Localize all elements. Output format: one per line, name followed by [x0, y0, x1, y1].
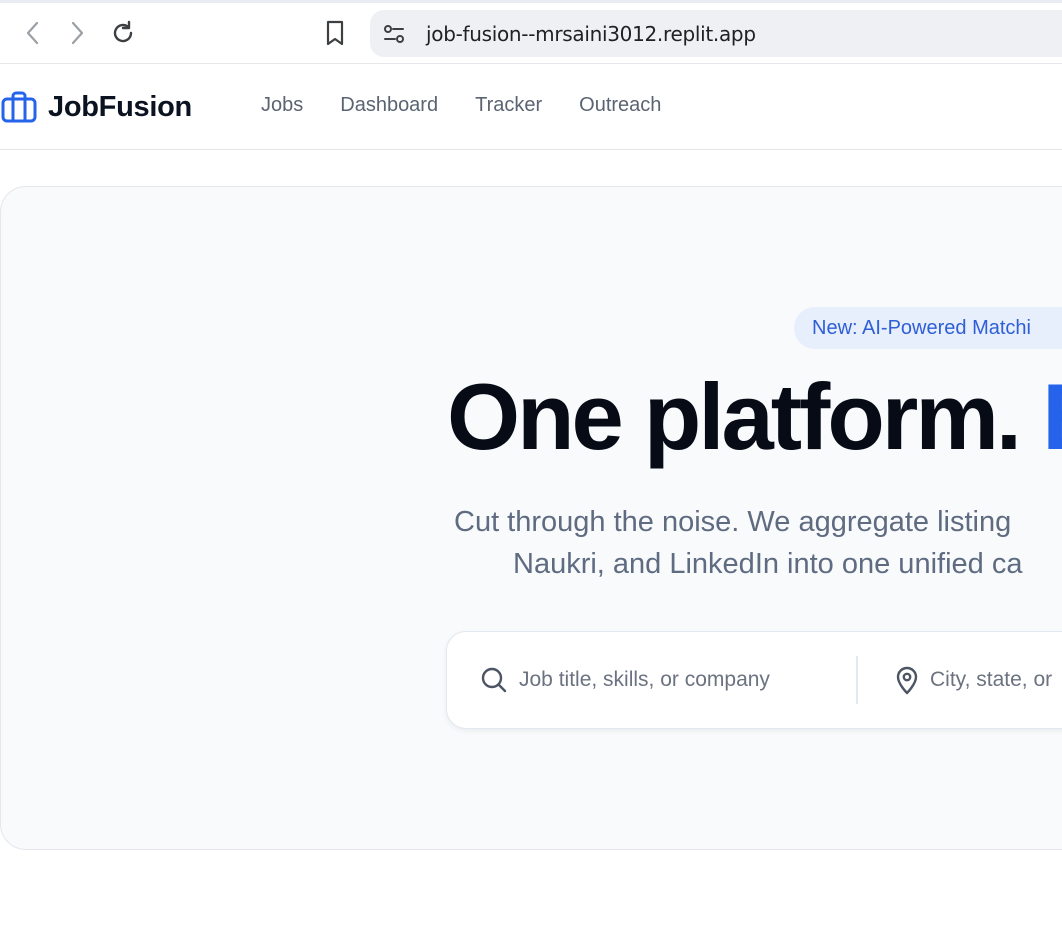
browser-toolbar: job-fusion--mrsaini3012.replit.app [0, 0, 1062, 64]
hero-headline: One platform. E [447, 363, 1062, 471]
search-icon [479, 665, 509, 695]
nav-link-outreach[interactable]: Outreach [579, 94, 661, 117]
job-search-bar [446, 631, 1062, 729]
nav-link-tracker[interactable]: Tracker [475, 94, 542, 117]
location-input[interactable] [930, 668, 1062, 692]
brand-link[interactable]: JobFusion [0, 88, 192, 126]
bookmark-icon [324, 19, 346, 47]
back-arrow-icon [23, 20, 43, 46]
nav-link-jobs[interactable]: Jobs [261, 94, 303, 117]
feature-badge: New: AI-Powered Matchi [794, 307, 1062, 349]
location-field [894, 632, 1062, 728]
page: job-fusion--mrsaini3012.replit.app JobFu… [0, 0, 1062, 927]
address-bar[interactable]: job-fusion--mrsaini3012.replit.app [370, 10, 1062, 57]
app-header: JobFusion Jobs Dashboard Tracker Outreac… [0, 64, 1062, 150]
query-field [479, 632, 849, 728]
forward-button[interactable] [60, 16, 94, 50]
briefcase-icon [0, 88, 38, 126]
reload-icon [109, 19, 137, 47]
hero-subtitle-line-2: Naukri, and LinkedIn into one unified ca [513, 548, 1023, 580]
nav-link-dashboard[interactable]: Dashboard [340, 94, 438, 117]
headline-accent: E [1042, 364, 1062, 469]
job-query-input[interactable] [519, 668, 839, 692]
reload-button[interactable] [106, 16, 140, 50]
forward-arrow-icon [67, 20, 87, 46]
main-nav: Jobs Dashboard Tracker Outreach [261, 94, 698, 117]
hero-subtitle-line-1: Cut through the noise. We aggregate list… [454, 506, 1012, 538]
url-text[interactable]: job-fusion--mrsaini3012.replit.app [426, 22, 756, 46]
site-settings-icon[interactable] [382, 22, 406, 46]
headline-main: One platform. [447, 364, 1043, 469]
brand-name: JobFusion [48, 90, 192, 123]
search-divider [856, 656, 858, 704]
browser-top-edge [0, 0, 1062, 3]
back-button[interactable] [16, 16, 50, 50]
map-pin-icon [894, 665, 920, 695]
hero-section: New: AI-Powered Matchi One platform. E C… [0, 186, 1062, 850]
bookmark-button[interactable] [318, 16, 352, 50]
